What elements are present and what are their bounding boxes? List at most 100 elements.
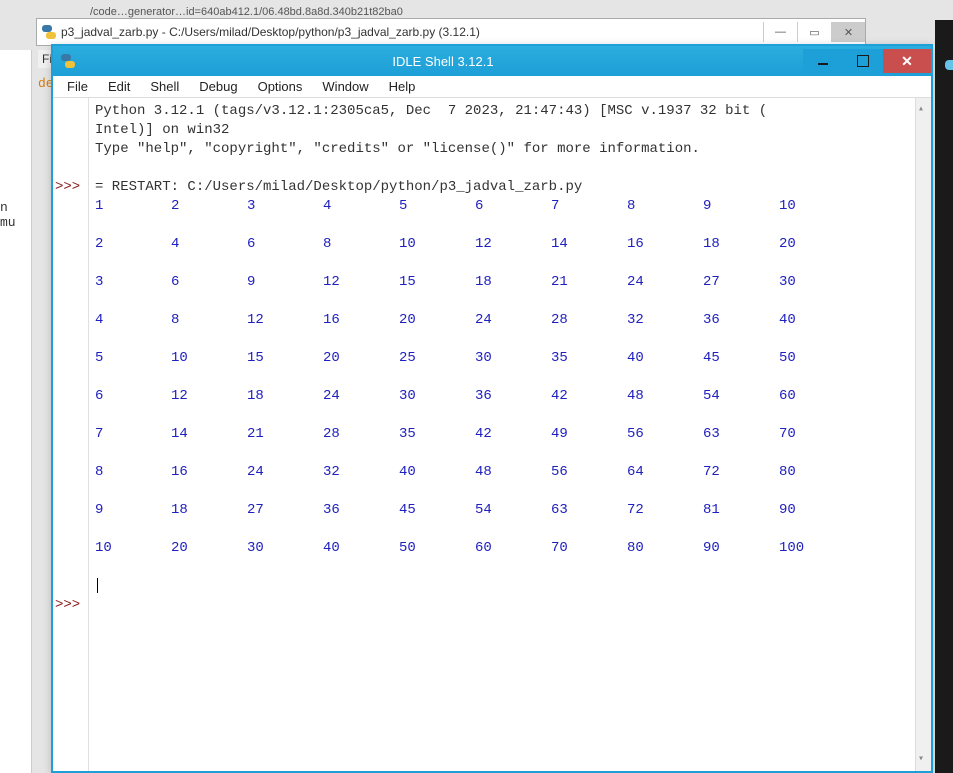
- menu-shell[interactable]: Shell: [140, 77, 189, 96]
- python-help-line: Type "help", "copyright", "credits" or "…: [95, 141, 700, 157]
- table-cell: 15: [247, 349, 323, 368]
- table-cell: 35: [551, 349, 627, 368]
- table-cell: 3: [95, 273, 171, 292]
- editor-minimize-button[interactable]: —: [763, 22, 797, 42]
- table-cell: 20: [399, 311, 475, 330]
- menu-edit[interactable]: Edit: [98, 77, 140, 96]
- table-cell: 4: [95, 311, 171, 330]
- idle-shell-window: IDLE Shell 3.12.1 ✕ File Edit Shell Debu…: [51, 44, 933, 773]
- vertical-scrollbar[interactable]: ▴ ▾: [915, 98, 931, 771]
- table-cell: 28: [551, 311, 627, 330]
- table-cell: 72: [703, 463, 779, 482]
- table-cell: 63: [703, 425, 779, 444]
- python-icon: [37, 24, 61, 40]
- blank-line: [95, 482, 909, 501]
- table-cell: 63: [551, 501, 627, 520]
- table-cell: 16: [323, 311, 399, 330]
- table-cell: 35: [399, 425, 475, 444]
- table-cell: 15: [399, 273, 475, 292]
- table-row: 9182736455463728190: [95, 501, 909, 520]
- blank-line: [95, 292, 909, 311]
- table-cell: 24: [627, 273, 703, 292]
- table-cell: 21: [247, 425, 323, 444]
- table-cell: 40: [779, 311, 855, 330]
- maximize-button[interactable]: [843, 49, 883, 73]
- editor-window-title: p3_jadval_zarb.py - C:/Users/milad/Deskt…: [61, 25, 763, 39]
- table-row: 5101520253035404550: [95, 349, 909, 368]
- menu-window[interactable]: Window: [312, 77, 378, 96]
- python-icon: [53, 53, 83, 69]
- table-cell: 36: [475, 387, 551, 406]
- scroll-up-arrow[interactable]: ▴: [918, 100, 924, 119]
- table-cell: 49: [551, 425, 627, 444]
- table-cell: 70: [551, 539, 627, 558]
- shell-output[interactable]: Python 3.12.1 (tags/v3.12.1:2305ca5, Dec…: [89, 98, 915, 771]
- table-cell: 60: [779, 387, 855, 406]
- table-cell: 28: [323, 425, 399, 444]
- table-cell: 5: [95, 349, 171, 368]
- table-cell: 25: [399, 349, 475, 368]
- table-cell: 14: [551, 235, 627, 254]
- table-cell: 56: [551, 463, 627, 482]
- table-row: 8162432404856647280: [95, 463, 909, 482]
- table-cell: 45: [703, 349, 779, 368]
- table-cell: 12: [475, 235, 551, 254]
- text-cursor: [97, 578, 98, 593]
- table-cell: 54: [475, 501, 551, 520]
- table-cell: 100: [779, 539, 855, 558]
- table-cell: 20: [323, 349, 399, 368]
- editor-maximize-button[interactable]: ▭: [797, 22, 831, 42]
- table-row: 7142128354249566370: [95, 425, 909, 444]
- table-cell: 50: [779, 349, 855, 368]
- table-cell: 20: [779, 235, 855, 254]
- browser-tab-fragment: /code…generator…id=640ab412.1/06.48bd.8a…: [90, 6, 403, 18]
- table-cell: 36: [703, 311, 779, 330]
- menu-debug[interactable]: Debug: [189, 77, 247, 96]
- window-controls: ✕: [803, 49, 931, 73]
- table-cell: 14: [171, 425, 247, 444]
- table-cell: 10: [171, 349, 247, 368]
- table-cell: 30: [399, 387, 475, 406]
- table-cell: 9: [95, 501, 171, 520]
- table-cell: 40: [323, 539, 399, 558]
- scroll-down-arrow[interactable]: ▾: [918, 750, 924, 769]
- editor-close-button[interactable]: ✕: [831, 22, 865, 42]
- table-cell: 90: [779, 501, 855, 520]
- menu-help[interactable]: Help: [379, 77, 426, 96]
- table-row: 36912151821242730: [95, 273, 909, 292]
- table-cell: 18: [475, 273, 551, 292]
- table-cell: 30: [247, 539, 323, 558]
- menu-file[interactable]: File: [57, 77, 98, 96]
- table-row: 481216202428323640: [95, 311, 909, 330]
- table-cell: 16: [171, 463, 247, 482]
- table-cell: 20: [171, 539, 247, 558]
- python-version-line: Python 3.12.1 (tags/v3.12.1:2305ca5, Dec…: [95, 103, 767, 119]
- shell-titlebar[interactable]: IDLE Shell 3.12.1 ✕: [53, 46, 931, 76]
- table-cell: 8: [171, 311, 247, 330]
- table-cell: 6: [475, 197, 551, 216]
- shell-menubar: File Edit Shell Debug Options Window Hel…: [53, 76, 931, 98]
- table-cell: 8: [627, 197, 703, 216]
- table-cell: 24: [247, 463, 323, 482]
- table-cell: 72: [627, 501, 703, 520]
- table-cell: 64: [627, 463, 703, 482]
- table-cell: 10: [399, 235, 475, 254]
- restart-line: = RESTART: C:/Users/milad/Desktop/python…: [95, 179, 582, 195]
- table-cell: 6: [95, 387, 171, 406]
- table-cell: 9: [703, 197, 779, 216]
- table-cell: 32: [627, 311, 703, 330]
- blank-line: [95, 330, 909, 349]
- table-cell: 10: [779, 197, 855, 216]
- menu-options[interactable]: Options: [248, 77, 313, 96]
- minimize-button[interactable]: [803, 49, 843, 73]
- close-button[interactable]: ✕: [883, 49, 931, 73]
- table-row: 12345678910: [95, 197, 909, 216]
- table-cell: 9: [247, 273, 323, 292]
- table-row: 6121824303642485460: [95, 387, 909, 406]
- table-cell: 7: [551, 197, 627, 216]
- shell-gutter: >>> >>>: [53, 98, 89, 771]
- table-cell: 24: [475, 311, 551, 330]
- table-cell: 70: [779, 425, 855, 444]
- editor-left-fragment: n mu: [0, 50, 32, 773]
- python-platform-line: Intel)] on win32: [95, 122, 229, 138]
